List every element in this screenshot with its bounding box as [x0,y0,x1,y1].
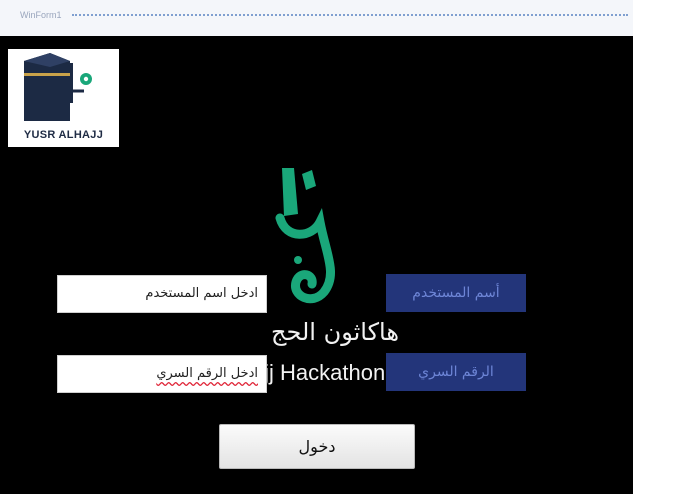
logo-text: YUSR ALHAJJ [23,129,104,141]
login-button[interactable]: دخول [219,424,415,469]
username-label: أسم المستخدم [386,274,526,312]
password-label: الرقم السري [386,353,526,391]
login-panel: YUSR ALHAJJ هاكاثون الحج Hajj Hackathon … [0,36,633,494]
username-input[interactable]: ادخل اسم المستخدم [57,275,267,313]
yusr-alhajj-logo: YUSR ALHAJJ [8,49,119,147]
kaaba-logo-icon [24,53,92,121]
hajj-calligraphy-emblem [275,168,336,304]
username-input-text: ادخل اسم المستخدم [145,286,258,301]
password-input[interactable]: ادخل الرقم السري [57,355,267,393]
title-bar[interactable]: WinForm1 [0,0,633,37]
window-title: WinForm1 [20,10,62,20]
hackathon-title-arabic: هاكاثون الحج [270,318,399,346]
password-input-text: ادخل الرقم السري [156,366,258,381]
title-bar-divider [72,14,628,16]
app-window: WinForm1 YUSR ALHAJJ هاكاثون الحج Hajj H… [0,0,633,494]
